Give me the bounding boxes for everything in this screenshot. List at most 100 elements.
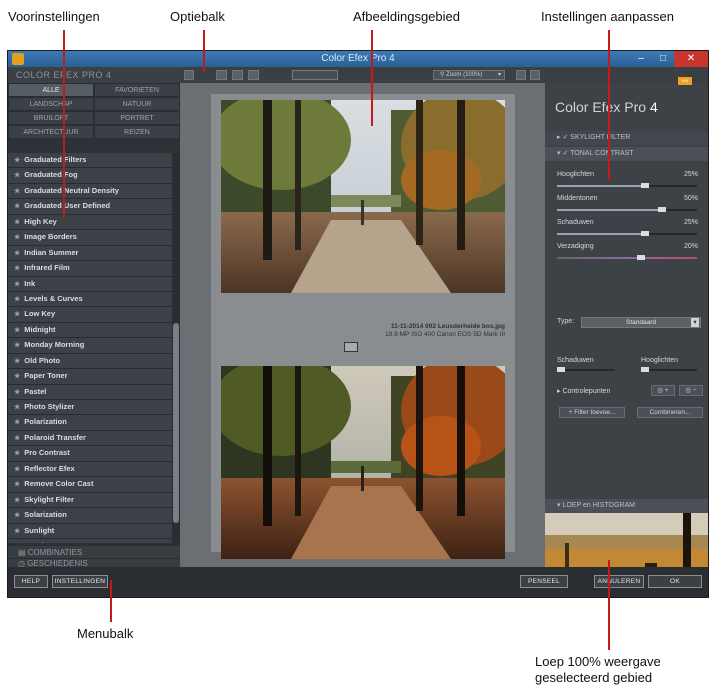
favorite-star-icon[interactable]: ★ (14, 296, 20, 303)
slider-midtones-thumb[interactable] (658, 207, 666, 212)
favorite-star-icon[interactable]: ★ (14, 450, 20, 457)
filter-list-item[interactable]: ★ Remove Color Cast (8, 477, 172, 493)
category-landscape[interactable]: LANDSCHAP (8, 97, 94, 111)
category-nature[interactable]: NATUUR (94, 97, 180, 111)
slider-shadows-thumb[interactable] (641, 231, 650, 236)
favorite-star-icon[interactable]: ★ (14, 203, 20, 210)
background-button[interactable] (516, 70, 526, 80)
slider-saturation[interactable] (557, 255, 697, 260)
filter-list-item[interactable]: ★ Midnight (8, 322, 172, 339)
filter-list-item[interactable]: ★ Skylight Filter (8, 492, 172, 509)
slider-shadows[interactable] (557, 231, 697, 236)
filter-list-item[interactable]: ★ Old Photo (8, 353, 172, 370)
favorite-star-icon[interactable]: ★ (14, 497, 20, 504)
slider-midtones[interactable] (557, 207, 697, 212)
loupe-histogram-header[interactable]: ▾ LOEP en HISTOGRAM (545, 499, 708, 513)
filter-list-item[interactable]: ★ High Key (8, 214, 172, 231)
favorite-star-icon[interactable]: ★ (14, 265, 20, 272)
filter-list-item[interactable]: ★ Indian Summer (8, 245, 172, 262)
favorite-star-icon[interactable]: ★ (14, 481, 20, 488)
filter-list-item[interactable]: ★ Reflector Efex (8, 461, 172, 478)
category-travel[interactable]: REIZEN (94, 125, 180, 139)
scrollbar-thumb[interactable] (173, 323, 179, 523)
filter-list-item[interactable]: ★Tonal Contrast (8, 538, 172, 543)
history-section[interactable]: ◷ GESCHIEDENIS (8, 558, 180, 568)
favorite-star-icon[interactable]: ★ (14, 219, 20, 226)
category-wedding[interactable]: BRUILOFT (8, 111, 94, 125)
filter-list-item[interactable]: ★ Polaroid Transfer (8, 430, 172, 447)
compare-button[interactable] (292, 70, 338, 80)
zoom-select[interactable]: ⚲ Zoom (100%) ▾ (433, 70, 505, 80)
category-architecture[interactable]: ARCHITECTUUR (8, 125, 94, 139)
filter-list-item[interactable]: ★ Graduated Neutral Density (8, 183, 172, 200)
favorite-star-icon[interactable]: ★ (14, 234, 20, 241)
filter-list-item[interactable]: ★ Solarization (8, 508, 172, 524)
category-portrait[interactable]: PORTRET (94, 111, 180, 125)
filter-list-item[interactable]: ★ Pro Contrast (8, 446, 172, 462)
filter-list-item[interactable]: ★ Graduated User Defined (8, 199, 172, 215)
favorite-star-icon[interactable]: ★ (14, 342, 20, 349)
category-favorites[interactable]: FAVORIETEN (94, 83, 180, 97)
filter-list-item[interactable]: ★ Pastel (8, 384, 172, 400)
favorite-star-icon[interactable]: ★ (14, 466, 20, 473)
favorite-star-icon[interactable]: ★ (14, 512, 20, 519)
filter-list-item[interactable]: ★ Photo Stylizer (8, 400, 172, 416)
maximize-button[interactable]: □ (652, 51, 674, 67)
preview-image-before[interactable] (221, 100, 505, 293)
favorite-star-icon[interactable]: ★ (14, 311, 20, 318)
favorite-star-icon[interactable]: ★ (14, 188, 20, 195)
filter-list-item[interactable]: ★ Paper Toner (8, 369, 172, 385)
slider-highlights[interactable] (557, 183, 697, 188)
favorite-star-icon[interactable]: ★ (14, 358, 20, 365)
image-info-icon[interactable] (344, 342, 358, 352)
slider-highlights-thumb[interactable] (641, 183, 650, 188)
filter-list-item[interactable]: ★ Monday Morning (8, 338, 172, 354)
favorite-star-icon[interactable]: ★ (14, 327, 20, 334)
favorite-star-icon[interactable]: ★ (14, 373, 20, 380)
favorite-star-icon[interactable]: ★ (14, 172, 20, 179)
toggle-panel-button[interactable] (184, 70, 194, 80)
settings-button[interactable]: INSTELLINGEN (52, 575, 108, 588)
slider-shadow-protect[interactable] (557, 367, 615, 372)
filter-list-item[interactable]: ★ Ink (8, 276, 172, 292)
ok-button[interactable]: OK (648, 575, 702, 588)
favorite-star-icon[interactable]: ★ (14, 281, 20, 288)
favorite-star-icon[interactable]: ★ (14, 404, 20, 411)
filter-list-item[interactable]: ★ Low Key (8, 307, 172, 323)
slider-highlight-protect[interactable] (641, 367, 697, 372)
filter-list-item[interactable]: ★ Sunlight (8, 523, 172, 539)
favorite-star-icon[interactable]: ★ (14, 389, 20, 396)
filter-scrollbar[interactable] (172, 153, 180, 543)
slider-saturation-thumb[interactable] (637, 255, 645, 260)
filter-header-skylight[interactable]: ▸ ✓ SKYLIGHT FILTER (545, 131, 708, 145)
filter-header-tonal-contrast[interactable]: ▾ ✓ TONAL CONTRAST (545, 147, 708, 161)
single-view-button[interactable] (216, 70, 227, 80)
combinations-section[interactable]: ▤ COMBINATIES (8, 545, 180, 559)
type-select[interactable]: Standaard ▾ (581, 317, 701, 328)
minimize-button[interactable]: – (630, 51, 652, 67)
help-button[interactable]: HELP (14, 575, 48, 588)
favorite-star-icon[interactable]: ★ (14, 528, 20, 535)
filter-list-item[interactable]: ★ Graduated Fog (8, 168, 172, 184)
image-canvas[interactable]: 11-11-2014 002 Leusderheide bos.jpg 19.9… (211, 94, 515, 559)
filter-list-item[interactable]: ★ Infrared Film (8, 261, 172, 277)
loupe-toggle-button[interactable] (530, 70, 540, 80)
split-view-button[interactable] (232, 70, 243, 80)
favorite-star-icon[interactable]: ★ (14, 157, 20, 164)
side-by-side-button[interactable] (248, 70, 259, 80)
favorite-star-icon[interactable]: ★ (14, 250, 20, 257)
cancel-button[interactable]: ANNULEREN (594, 575, 644, 588)
favorite-star-icon[interactable]: ★ (14, 435, 20, 442)
filter-list-item[interactable]: ★ Graduated Filters (8, 153, 172, 169)
combine-button[interactable]: Combineren... (637, 407, 703, 418)
close-button[interactable]: ✕ (674, 51, 708, 67)
filter-list-item[interactable]: ★ Polarization (8, 415, 172, 431)
slider-shadow-protect-thumb[interactable] (557, 367, 565, 372)
add-control-point-plus-button[interactable]: ◎ + (651, 385, 675, 396)
category-all[interactable]: ALLE (8, 83, 94, 97)
preview-image-after[interactable] (221, 366, 505, 559)
filter-list-item[interactable]: ★ Image Borders (8, 230, 172, 246)
slider-highlight-protect-thumb[interactable] (641, 367, 649, 372)
favorite-star-icon[interactable]: ★ (14, 419, 20, 426)
add-filter-button[interactable]: + Filter toevoe... (559, 407, 625, 418)
